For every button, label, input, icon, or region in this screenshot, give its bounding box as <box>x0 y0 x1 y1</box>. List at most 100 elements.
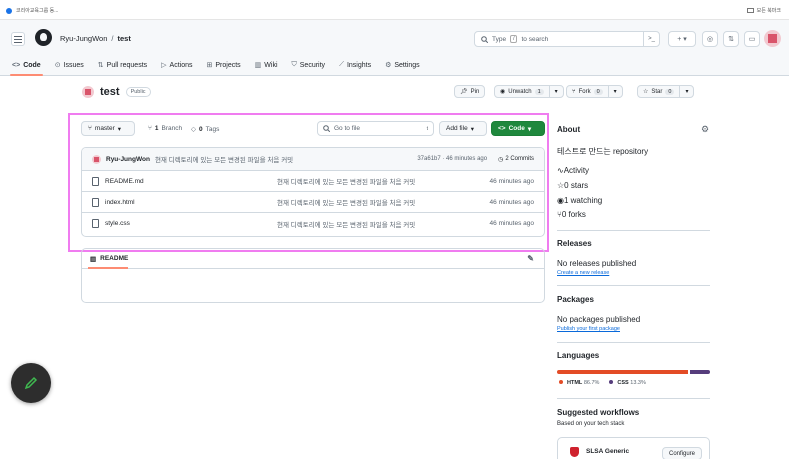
inbox-icon: ▭ <box>748 36 756 43</box>
workflows-heading: Suggested workflows <box>557 408 639 417</box>
chevron-down-icon: ▾ <box>683 36 687 43</box>
packages-heading[interactable]: Packages <box>557 295 594 304</box>
all-bookmarks-folder[interactable]: 모든 북마크 <box>746 7 781 14</box>
repo-name[interactable]: test <box>100 86 120 98</box>
about-title: About <box>557 125 581 134</box>
watching-link[interactable]: ◉1 watching <box>557 196 602 205</box>
languages-heading: Languages <box>557 351 599 360</box>
issues-button[interactable]: ◎ <box>702 31 718 47</box>
file-commit-message[interactable]: 현재 디렉토리에 있는 모든 변경된 파일을 처음 커밋 <box>277 219 415 229</box>
file-name[interactable]: index.html <box>105 199 277 206</box>
fork-button[interactable]: ⑂ Fork 0 ▾ <box>566 85 623 98</box>
add-file-button[interactable]: Add file ▾ <box>439 121 487 136</box>
create-release-link[interactable]: Create a new release <box>557 267 609 276</box>
tags-link[interactable]: ◇ 0 Tags <box>191 125 219 134</box>
star-count: 0 <box>665 88 675 95</box>
activity-link[interactable]: ∿Activity <box>557 166 589 175</box>
tab-label: Settings <box>394 61 420 69</box>
breadcrumb-repo[interactable]: test <box>117 34 130 43</box>
gear-icon[interactable]: ⚙ <box>701 124 709 135</box>
workflows-subtitle: Based on your tech stack <box>557 421 625 427</box>
go-to-file-input[interactable]: Go to file t <box>317 121 434 136</box>
tab-issues[interactable]: ⊙ Issues <box>55 58 84 72</box>
tab-label: Actions <box>169 61 193 69</box>
fork-dropdown[interactable]: ▾ <box>607 86 622 97</box>
tab-settings[interactable]: ⚙ Settings <box>385 58 420 72</box>
bookmark-favicon-icon <box>6 7 12 14</box>
language-bar-css <box>689 370 710 374</box>
commit-hash[interactable]: 37a61b7 <box>417 156 440 162</box>
readme-panel: ▥ README ✎ <box>81 248 545 303</box>
bookmark-item[interactable]: 코리아교육그룹 동... <box>6 7 58 14</box>
branch-selector[interactable]: ⑂ master ▾ <box>81 121 135 136</box>
language-item[interactable]: CSS 13.3% <box>609 380 646 386</box>
unwatch-button[interactable]: ◉ Unwatch 1 ▾ <box>494 85 564 98</box>
file-name[interactable]: README.md <box>105 178 277 185</box>
workflow-card: SLSA Generic Configure <box>557 437 710 459</box>
tab-label: Projects <box>215 61 241 69</box>
search-input[interactable]: Type / to search >_ <box>474 31 660 47</box>
create-new-button[interactable]: + ▾ <box>668 31 696 47</box>
search-shortcut-key: / <box>510 35 518 43</box>
file-commit-message[interactable]: 현재 디렉토리에 있는 모든 변경된 파일을 처음 커밋 <box>277 197 415 207</box>
shield-icon <box>570 447 579 457</box>
search-icon <box>481 35 488 43</box>
branches-link[interactable]: ⑂ 1 Branch <box>148 125 182 132</box>
file-table: Ryu-JungWon 현재 디렉토리에 있는 모든 변경된 파일을 처음 커밋… <box>81 147 545 237</box>
avatar[interactable] <box>764 30 781 47</box>
tab-actions[interactable]: ▷ Actions <box>161 58 192 72</box>
bookmarks-bar: 코리아교육그룹 동... 모든 북마크 <box>0 0 789 20</box>
command-palette-icon[interactable]: >_ <box>643 32 659 46</box>
tab-insights[interactable]: ⟋ Insights <box>339 58 371 72</box>
fork-count: 0 <box>593 88 603 95</box>
configure-button[interactable]: Configure <box>662 447 703 459</box>
file-commit-message[interactable]: 현재 디렉토리에 있는 모든 변경된 파일을 처음 커밋 <box>277 176 415 186</box>
pin-icon: 📌︎ <box>460 89 468 95</box>
releases-title: Releases <box>557 239 592 248</box>
inbox-button[interactable]: ▭ <box>744 31 760 47</box>
commit-author[interactable]: Ryu-JungWon <box>106 156 150 163</box>
breadcrumb-owner[interactable]: Ryu-JungWon <box>60 34 107 43</box>
menu-button[interactable] <box>11 32 25 46</box>
star-button[interactable]: ☆ Star 0 ▾ <box>637 85 695 98</box>
code-icon: <> <box>498 125 506 132</box>
code-button[interactable]: <> Code ▾ <box>491 121 545 136</box>
divider <box>557 285 710 286</box>
floating-pen-button[interactable] <box>11 363 51 403</box>
file-age: 46 minutes ago <box>489 198 534 206</box>
language-name: CSS <box>617 380 629 386</box>
language-bar <box>557 370 710 374</box>
language-item[interactable]: HTML 86.7% <box>559 380 599 386</box>
tab-code[interactable]: <> Code <box>10 58 43 76</box>
star-label: Star <box>651 88 663 95</box>
file-name[interactable]: style.css <box>105 220 277 227</box>
create-release-link-text[interactable]: Create a new release <box>557 270 609 276</box>
pin-button[interactable]: 📌︎ Pin <box>454 85 486 98</box>
issue-icon: ⊙ <box>54 62 61 69</box>
divider <box>557 342 710 343</box>
github-logo-icon[interactable] <box>35 29 52 46</box>
publish-package-link[interactable]: Publish your first package <box>557 323 620 332</box>
code-icon: <> <box>12 61 21 69</box>
tab-label: Pull requests <box>106 61 148 69</box>
pull-requests-button[interactable]: ⇅ <box>723 31 739 47</box>
star-dropdown[interactable]: ▾ <box>679 86 693 97</box>
releases-heading[interactable]: Releases <box>557 239 592 248</box>
unwatch-dropdown[interactable]: ▾ <box>548 86 563 97</box>
commits-link[interactable]: ◷ 2 Commits <box>498 156 534 163</box>
tab-security[interactable]: ⛉ Security <box>292 58 326 72</box>
shield-icon: ⛉ <box>291 61 297 68</box>
readme-header[interactable]: ▥ README ✎ <box>82 249 544 269</box>
language-dot-icon <box>609 380 614 384</box>
pencil-icon[interactable]: ✎ <box>527 254 534 263</box>
forks-link[interactable]: ⑂0 forks <box>557 210 586 219</box>
commit-message[interactable]: 현재 디렉토리에 있는 모든 변경된 파일을 처음 커밋 <box>155 154 293 164</box>
tab-pull-requests[interactable]: ⇅ Pull requests <box>98 58 147 72</box>
readme-title: README <box>100 255 129 262</box>
tab-projects[interactable]: ⊞ Projects <box>207 58 241 72</box>
stars-link[interactable]: ☆0 stars <box>557 181 588 190</box>
publish-package-link-text[interactable]: Publish your first package <box>557 326 620 332</box>
search-suffix: to search <box>521 35 549 43</box>
tab-wiki[interactable]: ▥ Wiki <box>255 58 278 72</box>
code-label: Code <box>508 125 525 132</box>
